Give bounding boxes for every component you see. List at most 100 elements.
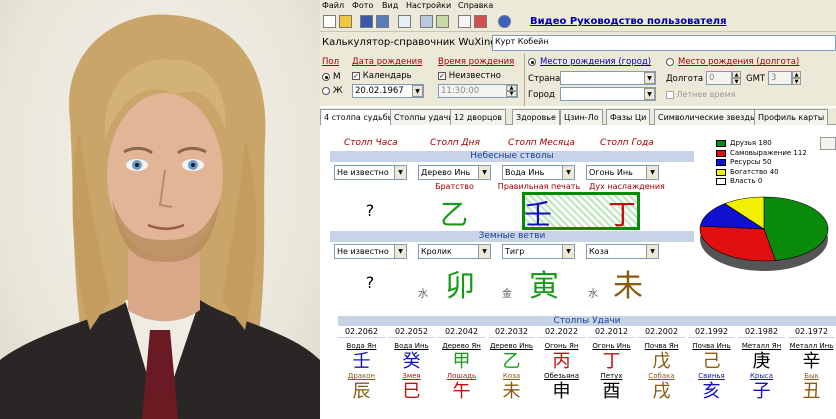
side-button[interactable] (820, 137, 836, 150)
city-dropdown-arrow[interactable]: ▼ (644, 88, 655, 100)
luck-pillar-column: 02.1992 Почва Инь 己 Свинья 亥 (688, 326, 735, 402)
print-icon[interactable] (420, 15, 433, 28)
tab-four-pillars[interactable]: 4 столпа судьбы (320, 109, 399, 126)
longitude-input[interactable]: 0 (706, 71, 732, 85)
longitude-spin-up[interactable]: ▲ (732, 71, 741, 78)
menu-settings[interactable]: Настройки (406, 1, 451, 10)
menu-file[interactable]: Файл (322, 1, 344, 10)
dropdown-arrow-icon: ▼ (394, 166, 406, 179)
luck-branch-char: 亥 (702, 381, 721, 402)
calendar-checkbox[interactable]: ✓ (352, 71, 360, 80)
legend-item: Богатство 40 (716, 168, 779, 176)
month-branch-select[interactable]: Тигр ▼ (502, 244, 575, 259)
hour-branch-select[interactable]: Не известно ▼ (334, 244, 407, 259)
month-stem-select[interactable]: Вода Инь ▼ (502, 165, 575, 180)
luck-branch-char: 子 (752, 381, 771, 402)
name-input[interactable]: Курт Кобейн (492, 35, 836, 51)
app-title: Калькулятор-справочник WuXing (322, 37, 497, 48)
heavenly-stems-band: Небесные стволы (330, 151, 694, 162)
city-select[interactable] (560, 87, 656, 101)
gmt-spin-down[interactable]: ▼ (792, 78, 801, 85)
tab-jing-luo[interactable]: Цзин-Ло (560, 109, 603, 125)
day-stem-select[interactable]: Дерево Инь ▼ (418, 165, 491, 180)
book-icon[interactable] (398, 15, 411, 28)
luck-year: 02.2012 (588, 326, 635, 338)
longitude-label: Долгота (666, 74, 704, 84)
luck-pillar-column: 02.2032 Дерево Инь 乙 Коза 未 (488, 326, 535, 402)
year-hidden-element: 水 (588, 289, 598, 300)
luck-stem-char: 壬 (352, 351, 371, 372)
delete-icon[interactable] (474, 15, 487, 28)
menu-bar: Файл Фото Вид Настройки Справка (320, 0, 836, 12)
month-stem-char: 壬 (523, 198, 552, 231)
preview-icon[interactable] (436, 15, 449, 28)
tab-health[interactable]: Здоровье (512, 109, 560, 125)
tab-qi-phases[interactable]: Фазы Ци (606, 109, 651, 125)
open-folder-icon[interactable] (339, 15, 352, 28)
day-branch-select[interactable]: Кролик ▼ (418, 244, 491, 259)
birth-form: Пол М Ж Дата рождения ✓ Календарь 20.02.… (320, 54, 836, 106)
luck-year: 02.2042 (438, 326, 485, 338)
country-select[interactable] (560, 71, 656, 85)
calendar-option[interactable]: ✓ Календарь (352, 71, 412, 81)
save-icon[interactable] (360, 15, 373, 28)
menu-photo[interactable]: Фото (352, 1, 373, 10)
gender-label: Пол (322, 57, 340, 67)
gender-male-option[interactable]: М (322, 72, 341, 82)
new-file-icon[interactable] (323, 15, 336, 28)
dropdown-arrow-icon: ▼ (562, 245, 574, 258)
tab-12-palaces[interactable]: 12 дворцов (450, 109, 506, 125)
summer-time-checkbox[interactable] (666, 90, 674, 99)
luck-pillar-column: 02.2022 Огонь Ян 丙 Обезьяна 申 (538, 326, 585, 402)
luck-pillar-column: 02.1982 Металл Ян 庚 Крыса 子 (738, 326, 785, 402)
unknown-time-option[interactable]: ✓ Неизвестно (438, 71, 501, 81)
country-dropdown-arrow[interactable]: ▼ (644, 72, 655, 84)
toolbar: Видео Руководство пользователя (320, 12, 836, 32)
hour-stem-select[interactable]: Не известно ▼ (334, 165, 407, 180)
luck-year: 02.2022 (538, 326, 585, 338)
birthdate-dropdown-arrow[interactable]: ▼ (412, 85, 423, 97)
tab-bar: 4 столпа судьбы Столпы удачи 12 дворцов … (320, 108, 836, 126)
gender-female-option[interactable]: Ж (322, 86, 343, 96)
wuxing-app-window: Файл Фото Вид Настройки Справка Видео Ру… (320, 0, 836, 419)
luck-year: 02.1982 (738, 326, 785, 338)
longitude-spin-down[interactable]: ▼ (732, 78, 741, 85)
gmt-input[interactable]: 3 (768, 71, 792, 85)
year-branch-select[interactable]: Коза ▼ (586, 244, 659, 259)
menu-help[interactable]: Справка (458, 1, 493, 10)
tab-luck-pillars[interactable]: Столпы удачи (390, 109, 458, 125)
dropdown-arrow-icon: ▼ (478, 245, 490, 258)
radio-place-city[interactable] (528, 57, 536, 66)
day-hidden-element: 水 (418, 289, 428, 300)
place-city-option[interactable] (528, 57, 536, 67)
tab-symbolic-stars[interactable]: Символические звезды (654, 109, 761, 125)
radio-female[interactable] (322, 86, 330, 95)
radio-male[interactable] (322, 72, 330, 81)
menu-view[interactable]: Вид (382, 1, 398, 10)
video-guide-link[interactable]: Видео Руководство пользователя (530, 16, 727, 27)
help-icon[interactable] (498, 15, 511, 28)
birthtime-label: Время рождения (438, 57, 515, 67)
time-spin-down[interactable]: ▼ (506, 91, 517, 97)
summer-time-option[interactable]: Летнее время (666, 90, 735, 99)
unknown-time-checkbox[interactable]: ✓ (438, 71, 446, 80)
luck-year: 02.2062 (338, 326, 385, 338)
document-icon[interactable] (458, 15, 471, 28)
luck-stem-char: 庚 (752, 351, 771, 372)
luck-branch-char: 未 (502, 381, 521, 402)
place-longitude-option[interactable] (666, 57, 674, 67)
divider (524, 54, 525, 106)
tab-chart-profile[interactable]: Профиль карты (754, 109, 829, 125)
luck-branch-char: 丑 (802, 381, 821, 402)
gmt-spin-up[interactable]: ▲ (792, 71, 801, 78)
earthly-branches-band: Земные ветви (330, 231, 694, 242)
save-as-icon[interactable] (376, 15, 389, 28)
radio-place-longitude[interactable] (666, 57, 674, 66)
four-pillars-panel: Столп Часа Столп Дня Столп Месяца Столп … (320, 125, 836, 419)
luck-year: 02.2052 (388, 326, 435, 338)
year-stem-select[interactable]: Огонь Инь ▼ (586, 165, 659, 180)
city-label: Город (528, 90, 555, 100)
legend-swatch (716, 139, 726, 147)
month-pillar-header: Столп Месяца (508, 138, 575, 148)
dropdown-arrow-icon: ▼ (562, 166, 574, 179)
